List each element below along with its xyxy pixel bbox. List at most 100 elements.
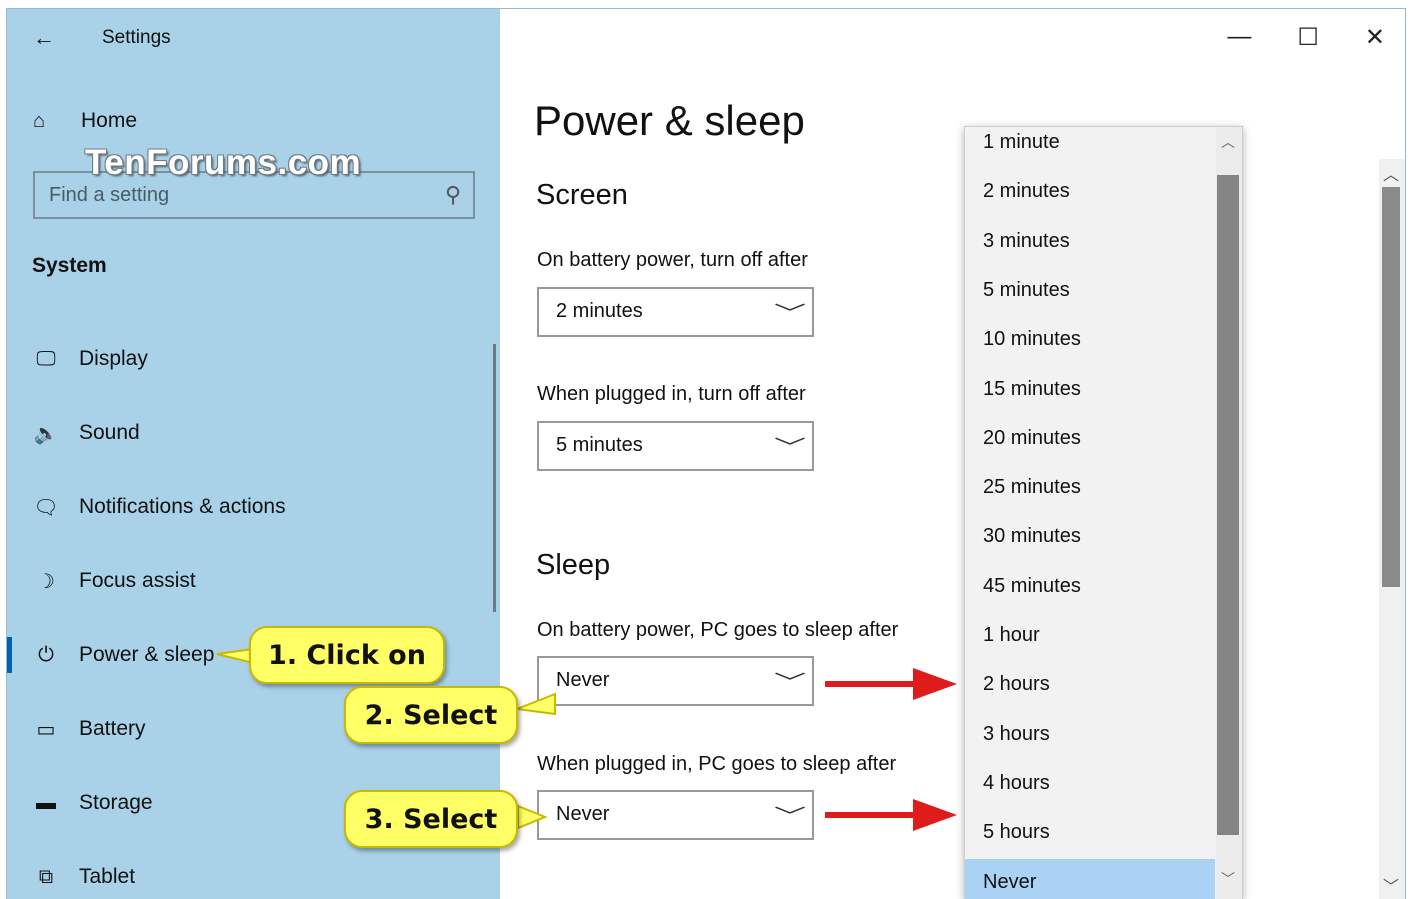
sidebar-item-display[interactable]: 🖵 Display xyxy=(7,329,500,389)
tablet-icon: ⧉ xyxy=(38,865,54,888)
sound-icon: 🔈 xyxy=(33,422,59,445)
notifications-icon: 🗨 xyxy=(33,496,59,519)
dropdown-option[interactable]: 2 hours xyxy=(965,661,1215,710)
focus-assist-icon: ☽ xyxy=(37,570,55,593)
sidebar-item-label: Storage xyxy=(79,791,153,814)
main-content: — ☐ ✕ Power & sleep Screen On battery po… xyxy=(500,9,1405,899)
arrow-head xyxy=(913,799,957,831)
dropdown-option-label: 2 minutes xyxy=(983,180,1070,203)
chevron-down-icon: ﹀ xyxy=(774,672,806,694)
sleep-battery-dropdown[interactable]: Never ﹀ xyxy=(537,656,814,706)
close-icon[interactable]: ✕ xyxy=(1365,23,1385,52)
sidebar-item-focus-assist[interactable]: ☽ Focus assist xyxy=(7,551,500,611)
sleep-options-dropdown-list[interactable]: 1 minute 2 minutes 3 minutes 5 minutes 10 mi… xyxy=(964,126,1243,899)
dropdown-option[interactable]: 45 minutes xyxy=(965,563,1215,612)
sidebar-scrollbar[interactable] xyxy=(493,344,496,612)
dropdown-option[interactable]: 3 minutes xyxy=(965,218,1215,267)
dropdown-option[interactable]: 4 hours xyxy=(965,760,1215,809)
dropdown-option[interactable]: 20 minutes xyxy=(965,415,1215,464)
sidebar-item-label: Sound xyxy=(79,421,140,444)
sidebar: ← Settings ⌂ Home ⚲ TenForums.com System… xyxy=(7,9,500,899)
main-scrollbar-thumb[interactable] xyxy=(1382,187,1400,587)
app-title: Settings xyxy=(102,27,171,48)
callout-step-2: 2. Select xyxy=(344,686,518,744)
maximize-icon[interactable]: ☐ xyxy=(1297,23,1319,52)
screen-plugged-label: When plugged in, turn off after xyxy=(537,383,806,405)
sidebar-item-tablet[interactable]: ⧉ Tablet xyxy=(7,847,500,899)
dropdown-option-label: 4 hours xyxy=(983,771,1050,794)
battery-icon: ▭ xyxy=(36,718,56,741)
dropdown-option[interactable]: 1 minute xyxy=(965,127,1215,168)
home-icon: ⌂ xyxy=(33,109,46,132)
screen-battery-value: 2 minutes xyxy=(556,300,643,322)
sidebar-item-label: Focus assist xyxy=(79,569,196,592)
dropdown-option[interactable]: 3 hours xyxy=(965,711,1215,760)
dropdown-option[interactable]: 30 minutes xyxy=(965,513,1215,562)
sidebar-item-label: Tablet xyxy=(79,865,136,888)
dropdown-option[interactable]: 25 minutes xyxy=(965,464,1215,513)
dropdown-option[interactable]: Never xyxy=(965,858,1215,899)
chevron-down-icon: ﹀ xyxy=(774,303,806,325)
dropdown-option-label: 3 hours xyxy=(983,722,1050,745)
sleep-battery-label: On battery power, PC goes to sleep after xyxy=(537,619,899,641)
page-title: Power & sleep xyxy=(534,97,805,144)
screen-heading: Screen xyxy=(536,179,628,211)
sleep-plugged-value: Never xyxy=(556,803,610,825)
minimize-icon[interactable]: — xyxy=(1227,23,1251,52)
chevron-down-icon: ﹀ xyxy=(774,806,806,828)
sidebar-item-label: Display xyxy=(79,347,148,370)
dropdown-option[interactable]: 5 minutes xyxy=(965,267,1215,316)
dropdown-option-label: Never xyxy=(983,870,1037,893)
dropdown-option-label: 10 minutes xyxy=(983,328,1081,351)
search-icon[interactable]: ⚲ xyxy=(445,182,461,208)
screen-plugged-dropdown[interactable]: 5 minutes ﹀ xyxy=(537,421,814,471)
home-nav-item[interactable]: ⌂ Home xyxy=(33,109,137,133)
scroll-down-icon[interactable]: ﹀ xyxy=(1221,869,1235,889)
sleep-plugged-dropdown[interactable]: Never ﹀ xyxy=(537,790,814,840)
dropdown-option-label: 5 hours xyxy=(983,821,1050,844)
sidebar-item-label: Power & sleep xyxy=(79,643,215,666)
red-arrow-indicator xyxy=(825,795,960,835)
sleep-heading: Sleep xyxy=(536,549,611,581)
sidebar-item-notifications[interactable]: 🗨 Notifications & actions xyxy=(7,477,500,537)
dropdown-option-label: 45 minutes xyxy=(983,574,1081,597)
red-arrow-indicator xyxy=(825,664,960,704)
scroll-up-icon[interactable]: ︿ xyxy=(1221,132,1235,152)
dropdown-option[interactable]: 15 minutes xyxy=(965,366,1215,415)
display-icon: 🖵 xyxy=(36,347,56,370)
storage-icon: ▬ xyxy=(36,791,56,814)
dropdown-scrollbar-thumb[interactable] xyxy=(1217,175,1239,835)
screen-battery-label: On battery power, turn off after xyxy=(537,249,808,271)
dropdown-option[interactable]: 1 hour xyxy=(965,612,1215,661)
section-label-system: System xyxy=(32,254,107,277)
sidebar-item-label: Battery xyxy=(79,717,146,740)
search-input[interactable] xyxy=(49,181,429,209)
dropdown-option[interactable]: 10 minutes xyxy=(965,316,1215,365)
callout-step-1: 1. Click on xyxy=(249,626,445,684)
sleep-battery-value: Never xyxy=(556,669,610,691)
dropdown-option-label: 25 minutes xyxy=(983,476,1081,499)
home-label: Home xyxy=(81,109,138,132)
screen-battery-dropdown[interactable]: 2 minutes ﹀ xyxy=(537,287,814,337)
scroll-up-icon[interactable]: ︿ xyxy=(1383,161,1399,185)
sidebar-item-sound[interactable]: 🔈 Sound xyxy=(7,403,500,463)
dropdown-option[interactable]: 2 minutes xyxy=(965,168,1215,217)
window-controls: — ☐ ✕ xyxy=(1227,23,1385,52)
dropdown-option-label: 15 minutes xyxy=(983,377,1081,400)
settings-window: ← Settings ⌂ Home ⚲ TenForums.com System… xyxy=(6,8,1406,899)
power-icon: ⏻ xyxy=(38,643,54,666)
dropdown-option[interactable]: 5 hours xyxy=(965,809,1215,858)
scroll-down-icon[interactable]: ﹀ xyxy=(1383,873,1399,897)
dropdown-option-label: 1 minute xyxy=(983,131,1060,153)
arrow-shaft xyxy=(825,681,917,687)
dropdown-option-label: 2 hours xyxy=(983,673,1050,696)
sidebar-item-label: Notifications & actions xyxy=(79,495,286,518)
chevron-down-icon: ﹀ xyxy=(774,437,806,459)
back-arrow-icon[interactable]: ← xyxy=(33,25,55,51)
screen-plugged-value: 5 minutes xyxy=(556,434,643,456)
arrow-shaft xyxy=(825,812,917,818)
watermark: TenForums.com xyxy=(85,143,362,182)
active-indicator xyxy=(7,637,12,673)
dropdown-option-label: 5 minutes xyxy=(983,278,1070,301)
dropdown-option-label: 20 minutes xyxy=(983,426,1081,449)
